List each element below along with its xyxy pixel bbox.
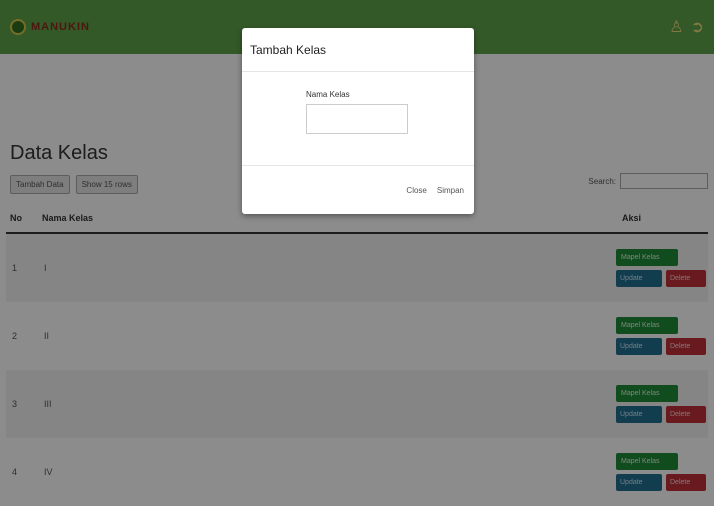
nama-kelas-input[interactable] bbox=[306, 104, 408, 134]
modal-title: Tambah Kelas bbox=[250, 42, 327, 57]
tambah-kelas-modal: Tambah Kelas Nama Kelas Close Simpan bbox=[242, 28, 474, 214]
modal-body: Nama Kelas bbox=[242, 72, 474, 166]
simpan-button[interactable]: Simpan bbox=[437, 186, 464, 195]
nama-kelas-label: Nama Kelas bbox=[306, 90, 350, 99]
modal-header: Tambah Kelas bbox=[242, 28, 474, 72]
modal-footer: Close Simpan bbox=[242, 166, 474, 214]
close-button[interactable]: Close bbox=[406, 186, 426, 195]
